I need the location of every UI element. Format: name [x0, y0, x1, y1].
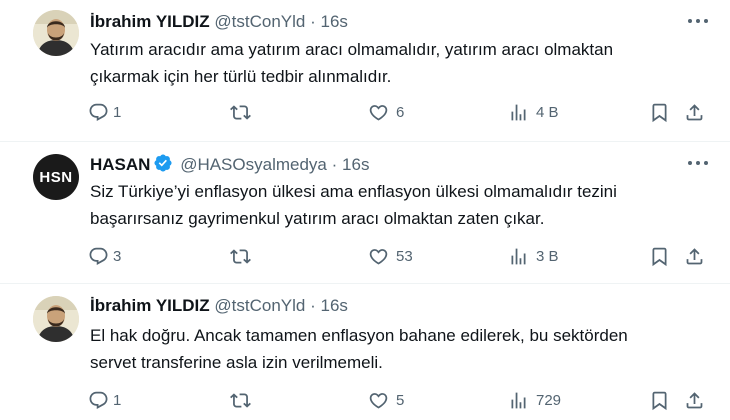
person-photo-icon — [33, 296, 79, 342]
tweet-text-line: El hak doğru. Ancak tamamen enflasyon ba… — [90, 326, 628, 345]
views-icon — [508, 246, 529, 267]
action-bar: 1 6 4 B — [88, 100, 718, 124]
reply-button[interactable]: 1 — [88, 388, 121, 412]
avatar[interactable] — [33, 296, 79, 342]
timestamp[interactable]: 16s — [321, 296, 348, 315]
reply-button[interactable]: 3 — [88, 244, 121, 268]
views-count: 729 — [536, 391, 562, 409]
like-count: 6 — [396, 103, 405, 121]
tweet[interactable]: İbrahim YILDIZ @tstConYld · 16s El hak d… — [0, 284, 730, 420]
like-icon — [368, 102, 389, 123]
bookmark-icon — [649, 246, 670, 267]
retweet-icon — [230, 246, 251, 267]
reply-icon — [88, 246, 109, 267]
tweet-text-line: çıkarmak için her türlü tedbir alınmalıd… — [90, 67, 392, 86]
verified-badge-icon[interactable] — [153, 153, 173, 173]
like-button[interactable]: 6 — [368, 100, 404, 124]
tweet[interactable]: İbrahim YILDIZ @tstConYld · 16s Yatırım … — [0, 0, 730, 140]
tweet-text: El hak doğru. Ancak tamamen enflasyon ba… — [90, 322, 710, 376]
tweet[interactable]: HSN HASAN @HASOsyalmedya · 16s Siz Türki… — [0, 142, 730, 282]
bookmark-button[interactable] — [649, 388, 670, 412]
author-handle[interactable]: @tstConYld — [214, 12, 305, 31]
share-icon — [684, 102, 705, 123]
share-button[interactable] — [684, 388, 705, 412]
more-icon[interactable] — [686, 16, 710, 26]
like-button[interactable]: 5 — [368, 388, 404, 412]
views-count: 3 B — [536, 247, 559, 265]
reply-icon — [88, 102, 109, 123]
views-button[interactable]: 4 B — [508, 100, 559, 124]
views-icon — [508, 390, 529, 411]
reply-count: 3 — [113, 247, 122, 265]
tweet-header: İbrahim YILDIZ @tstConYld · 16s — [90, 11, 348, 33]
reply-icon — [88, 390, 109, 411]
like-count: 5 — [396, 391, 405, 409]
share-icon — [684, 390, 705, 411]
retweet-button[interactable] — [230, 388, 258, 412]
views-icon — [508, 102, 529, 123]
bookmark-icon — [649, 390, 670, 411]
action-bar: 3 53 3 B — [88, 244, 718, 268]
tweet-text: Yatırım aracıdır ama yatırım aracı olmam… — [90, 36, 710, 90]
bookmark-button[interactable] — [649, 244, 670, 268]
separator: · — [310, 12, 316, 31]
author-name[interactable]: İbrahim YILDIZ — [90, 12, 210, 31]
retweet-icon — [230, 390, 251, 411]
timestamp[interactable]: 16s — [342, 155, 369, 174]
author-handle[interactable]: @HASOsyalmedya — [180, 155, 327, 174]
bookmark-button[interactable] — [649, 100, 670, 124]
more-icon[interactable] — [686, 158, 710, 168]
like-icon — [368, 390, 389, 411]
author-name[interactable]: HASAN — [90, 155, 150, 174]
avatar[interactable] — [33, 10, 79, 56]
tweet-text-line: Yatırım aracıdır ama yatırım aracı olmam… — [90, 40, 614, 59]
bookmark-icon — [649, 102, 670, 123]
timestamp[interactable]: 16s — [321, 12, 348, 31]
action-bar: 1 5 729 — [88, 388, 718, 412]
like-icon — [368, 246, 389, 267]
tweet-header: HASAN @HASOsyalmedya · 16s — [90, 153, 369, 176]
author-name[interactable]: İbrahim YILDIZ — [90, 296, 210, 315]
retweet-icon — [230, 102, 251, 123]
retweet-button[interactable] — [230, 100, 258, 124]
views-button[interactable]: 3 B — [508, 244, 559, 268]
avatar-logo-text: HSN — [39, 168, 73, 186]
tweet-text-line: servet transferine asla izin verilmemeli… — [90, 353, 383, 372]
reply-button[interactable]: 1 — [88, 100, 121, 124]
separator: · — [331, 155, 338, 174]
share-button[interactable] — [684, 244, 705, 268]
share-icon — [684, 246, 705, 267]
reply-count: 1 — [113, 391, 122, 409]
share-button[interactable] — [684, 100, 705, 124]
tweet-text-line: Siz Türkiye’yi enflasyon ülkesi ama enfl… — [90, 182, 617, 201]
tweet-text-line: başarırsanız gayrimenkul yatırım aracı o… — [90, 209, 545, 228]
person-photo-icon — [33, 10, 79, 56]
views-count: 4 B — [536, 103, 559, 121]
reply-count: 1 — [113, 103, 122, 121]
views-button[interactable]: 729 — [508, 388, 561, 412]
like-count: 53 — [396, 247, 413, 265]
author-handle[interactable]: @tstConYld — [214, 296, 305, 315]
separator: · — [310, 296, 316, 315]
tweet-text: Siz Türkiye’yi enflasyon ülkesi ama enfl… — [90, 178, 710, 232]
avatar[interactable]: HSN — [33, 154, 79, 200]
retweet-button[interactable] — [230, 244, 258, 268]
like-button[interactable]: 53 — [368, 244, 413, 268]
tweet-header: İbrahim YILDIZ @tstConYld · 16s — [90, 295, 348, 317]
